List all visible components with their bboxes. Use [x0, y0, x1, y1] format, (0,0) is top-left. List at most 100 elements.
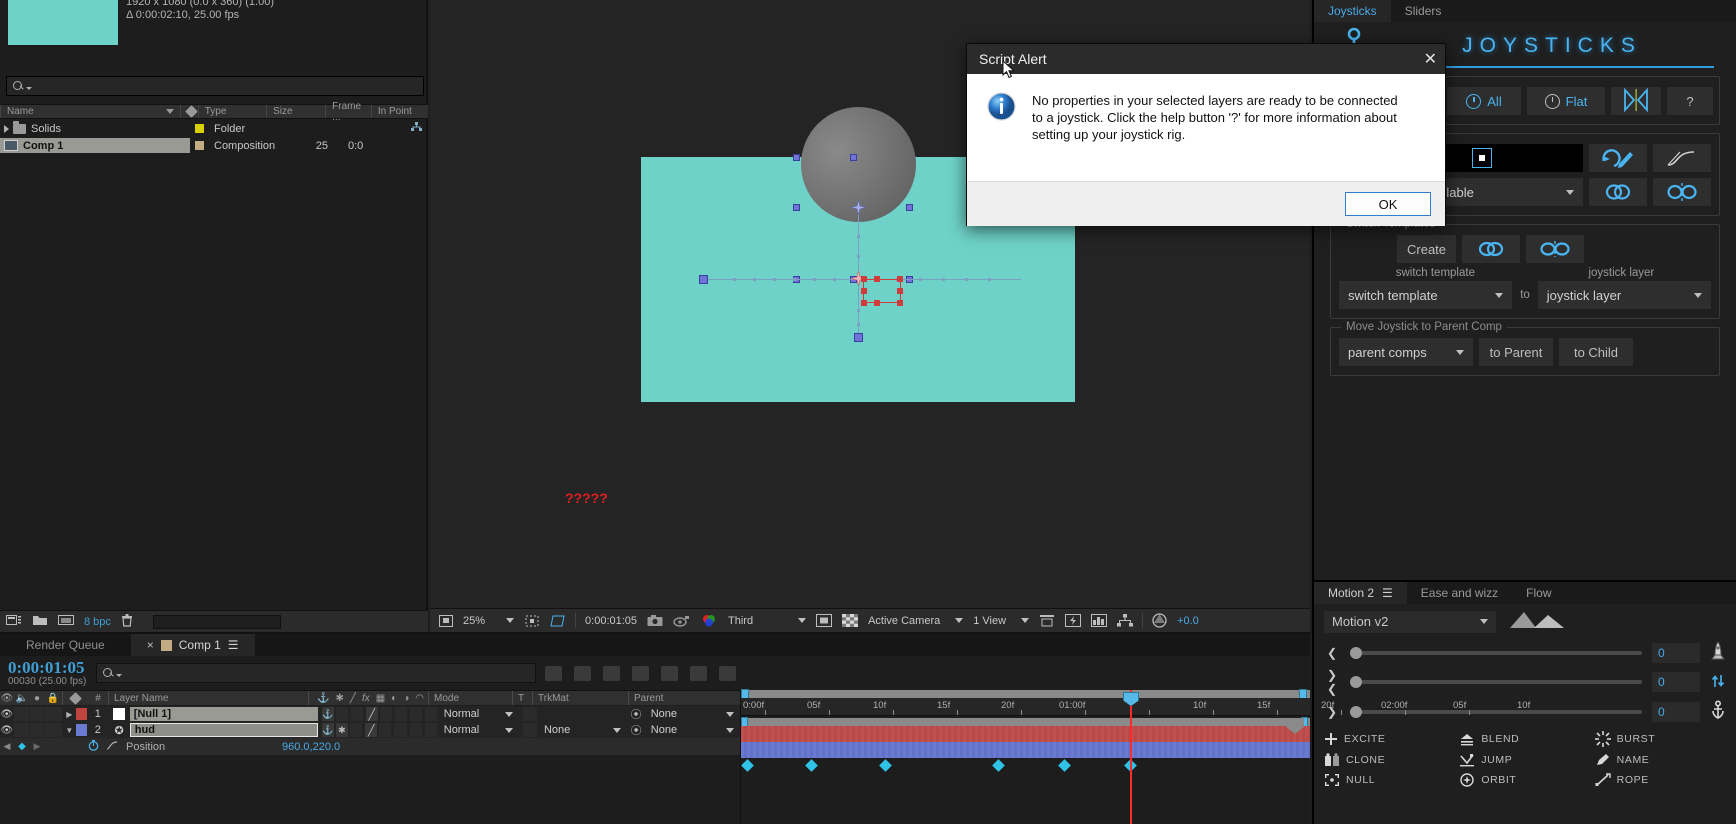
motion-slider-track[interactable]: [1350, 646, 1642, 659]
timeline-current-time[interactable]: 0:00:01:05 00030 (25.00 fps): [8, 659, 86, 687]
layer-name[interactable]: hud: [129, 723, 318, 737]
panel-menu-icon[interactable]: ☰: [228, 638, 239, 652]
project-row-solids[interactable]: Solids Folder: [0, 120, 428, 137]
project-column-size[interactable]: Size: [266, 105, 325, 118]
rig-vertex-handle[interactable]: [861, 300, 867, 306]
motion-slider-value[interactable]: 0: [1652, 701, 1700, 722]
pickwhip-icon[interactable]: ⦿: [627, 706, 644, 722]
project-row-color-swatch[interactable]: [190, 124, 208, 133]
jump-button[interactable]: JUMP: [1459, 753, 1590, 767]
show-snapshot-icon[interactable]: [668, 609, 696, 633]
rig-vertex-handle[interactable]: [861, 288, 867, 294]
layer-color-swatch[interactable]: [75, 724, 88, 736]
keyframe-marker[interactable]: [805, 759, 818, 772]
layer-color-swatch[interactable]: [75, 708, 88, 720]
burst-button[interactable]: BURST: [1594, 731, 1726, 747]
null-button[interactable]: NULL: [1324, 773, 1455, 787]
expand-triangle-icon[interactable]: ▶: [63, 710, 76, 719]
split-joysticks-button[interactable]: [1653, 178, 1711, 206]
timeline-search-input[interactable]: [96, 663, 537, 683]
switch-link-button[interactable]: [1462, 235, 1521, 263]
eye-icon[interactable]: 👁: [0, 709, 14, 720]
layer-mode-select[interactable]: Normal: [438, 724, 520, 736]
flat-button[interactable]: Flat: [1527, 87, 1605, 115]
updown-arrow-icon[interactable]: [1710, 671, 1726, 694]
project-column-type[interactable]: Type: [197, 105, 266, 118]
project-search-input[interactable]: [6, 76, 424, 96]
slider-knob[interactable]: [1350, 705, 1362, 718]
auto-keyframe-icon[interactable]: [690, 665, 707, 681]
project-row-name-cell[interactable]: Comp 1: [0, 138, 190, 153]
camera-view-select[interactable]: Active Camera: [863, 609, 945, 633]
grid-guides-icon[interactable]: [519, 609, 545, 633]
tab-motion2[interactable]: Motion 2 ☰: [1314, 582, 1407, 604]
layer-trkmat-select[interactable]: None: [538, 724, 627, 736]
orbit-button[interactable]: ORBIT: [1459, 773, 1590, 787]
rig-vertex-handle[interactable]: [874, 300, 880, 306]
keyframe-marker[interactable]: [741, 759, 754, 772]
motion-slider-value[interactable]: 0: [1652, 672, 1700, 692]
tab-ease-and-wizz[interactable]: Ease and wizz: [1407, 582, 1512, 604]
close-icon[interactable]: ✕: [1424, 49, 1437, 69]
comp-flowchart-icon[interactable]: [1112, 609, 1138, 633]
prev-keyframe-icon[interactable]: ◀: [0, 741, 14, 752]
anchor-point-icon[interactable]: [850, 199, 867, 216]
property-name[interactable]: Position: [122, 741, 282, 753]
layer-preserve-transparency[interactable]: [523, 707, 538, 721]
link-joysticks-button[interactable]: [1589, 178, 1647, 206]
eye-icon[interactable]: 👁: [0, 725, 14, 736]
tab-joysticks[interactable]: Joysticks: [1314, 0, 1391, 22]
motion-blur-icon[interactable]: [574, 665, 591, 681]
solo-toggle[interactable]: [30, 707, 44, 721]
create-button[interactable]: Create: [1397, 235, 1457, 263]
disclosure-triangle-icon[interactable]: [4, 124, 9, 133]
clone-button[interactable]: CLONE: [1324, 753, 1455, 767]
new-folder-icon[interactable]: [32, 614, 48, 629]
dialog-title-bar[interactable]: Script Alert ✕: [967, 44, 1445, 74]
new-comp-icon[interactable]: [6, 614, 22, 629]
layer-name[interactable]: [Null 1]: [129, 707, 318, 721]
lock-toggle[interactable]: [44, 707, 62, 721]
timeline-graph-area[interactable]: 0:00f 05f 10f 15f 20f 01:00f 10f 15f 20f…: [740, 689, 1530, 824]
to-parent-button[interactable]: to Parent: [1479, 338, 1553, 366]
pickwhip-icon[interactable]: ⦿: [627, 722, 644, 738]
bit-depth-label[interactable]: 8 bpc: [84, 616, 111, 628]
audio-toggle[interactable]: [13, 723, 30, 737]
layer-bar-hud[interactable]: [741, 742, 1310, 758]
snapshot-icon[interactable]: [642, 609, 668, 633]
slider-knob[interactable]: [1350, 646, 1362, 659]
ok-button[interactable]: OK: [1345, 192, 1431, 216]
shy-toggle-icon[interactable]: [545, 665, 562, 681]
magnification-icon[interactable]: [434, 609, 458, 633]
rig-vertex-handle[interactable]: [897, 288, 903, 294]
layer-parent-select[interactable]: None: [645, 724, 740, 736]
rig-vertex-handle[interactable]: [874, 276, 880, 282]
region-interest-toggle-icon[interactable]: [811, 609, 837, 633]
layer-bar-null1[interactable]: [741, 726, 1310, 742]
resolution-select[interactable]: Third: [723, 609, 758, 633]
new-footage-icon[interactable]: [58, 614, 74, 629]
mirror-button[interactable]: [1611, 87, 1661, 115]
panel-menu-icon[interactable]: ☰: [1382, 586, 1393, 600]
rig-vertex-handle[interactable]: [861, 276, 867, 282]
motion-version-select[interactable]: Motion v2: [1324, 610, 1496, 633]
graph-editor-prop-icon[interactable]: [102, 740, 122, 754]
zoom-caret-icon[interactable]: [490, 609, 519, 633]
excite-button[interactable]: EXCITE: [1324, 731, 1455, 747]
keyframe-marker[interactable]: [879, 759, 892, 772]
region-of-interest-icon[interactable]: [545, 609, 571, 633]
joystick-layer-select[interactable]: joystick layer: [1537, 281, 1711, 309]
layer-parent-select[interactable]: None: [645, 708, 740, 720]
selection-handle[interactable]: [850, 154, 857, 161]
view-layout-select[interactable]: 1 View: [968, 609, 1011, 633]
project-column-inpoint[interactable]: In Point: [370, 105, 428, 118]
switch-template-select[interactable]: switch template: [1339, 281, 1513, 309]
script-alert-dialog[interactable]: Script Alert ✕ No properties in your sel…: [966, 43, 1446, 226]
rig-vertex-handle[interactable]: [897, 276, 903, 282]
tab-render-queue[interactable]: Render Queue: [0, 634, 131, 656]
anchor-icon[interactable]: [1710, 700, 1726, 723]
fast-previews-icon[interactable]: [1060, 609, 1086, 633]
joystick-handle-bottom[interactable]: [854, 333, 863, 342]
project-column-frame[interactable]: Frame ...: [325, 101, 371, 123]
collapse-triangle-icon[interactable]: ▼: [63, 726, 76, 735]
